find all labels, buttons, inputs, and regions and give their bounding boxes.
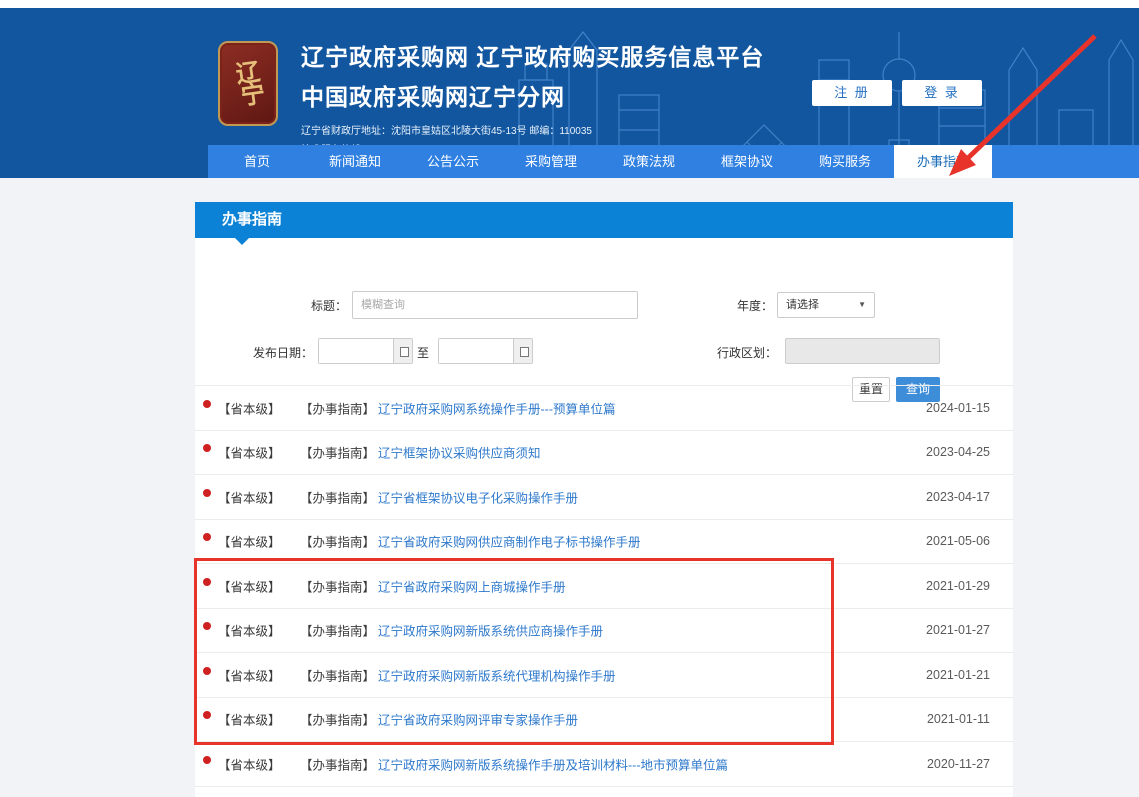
login-button[interactable]: 登 录	[902, 80, 982, 106]
list-item: 【省本级】 【办事指南】 辽宁政府采购网新版系统代理机构操作手册 2021-01…	[195, 653, 1013, 698]
bullet-dot-icon	[203, 667, 211, 675]
site-brand: 辽宁政府采购网 辽宁政府购买服务信息平台 中国政府采购网辽宁分网 辽宁省财政厅地…	[301, 38, 764, 156]
row-title-link[interactable]: 辽宁政府采购网新版系统操作手册及培训材料---地市预算单位篇	[378, 754, 728, 773]
site-address: 辽宁省财政厅地址：沈阳市皇姑区北陵大街45-13号 邮编：110035	[301, 122, 764, 137]
row-category: 【办事指南】	[300, 487, 375, 506]
row-level: 【省本级】	[218, 443, 281, 462]
list-item: 【省本级】 【办事指南】 辽宁政府采购网系统操作手册---预算单位篇 2024-…	[195, 386, 1013, 431]
date-to-input[interactable]	[439, 339, 513, 363]
row-title-link[interactable]: 辽宁省框架协议电子化采购操作手册	[378, 487, 578, 506]
region-label: 行政区划：	[687, 344, 777, 361]
row-category: 【办事指南】	[300, 665, 375, 684]
row-category: 【办事指南】	[300, 710, 375, 729]
row-category: 【办事指南】	[300, 398, 375, 417]
search-form: 标题： 年度： 请选择 ▼ 发布日期： 至 行政区划： 重置 查询	[195, 238, 1013, 385]
register-button[interactable]: 注 册	[812, 80, 892, 106]
row-title-link[interactable]: 辽宁政府采购网系统操作手册---预算单位篇	[378, 398, 616, 417]
row-level: 【省本级】	[218, 621, 281, 640]
publish-date-label: 发布日期：	[223, 344, 313, 361]
date-from-input[interactable]	[319, 339, 393, 363]
nav-item-5[interactable]: 框架协议	[698, 145, 796, 178]
list-item: 【省本级】 【办事指南】 辽宁政府采购网新版系统操作手册及培训材料---地市预算…	[195, 742, 1013, 787]
list-item: 【省本级】 【办事指南】 辽宁省政府采购网评审专家操作手册 2021-01-11	[195, 698, 1013, 743]
list-item: 【省本级】 【办事指南】 辽宁省框架协议电子化采购操作手册 2023-04-17	[195, 475, 1013, 520]
site-title-line1: 辽宁政府采购网 辽宁政府购买服务信息平台	[301, 38, 764, 72]
list-item: 【省本级】 【办事指南】 辽宁省政府采购网上商城操作手册 2021-01-29	[195, 564, 1013, 609]
row-level: 【省本级】	[218, 710, 281, 729]
row-title-link[interactable]: 辽宁政府采购网新版系统供应商操作手册	[378, 621, 603, 640]
content-panel: 办事指南 标题： 年度： 请选择 ▼ 发布日期： 至 行政区划： 重置 查询	[195, 202, 1013, 797]
nav-item-6[interactable]: 购买服务	[796, 145, 894, 178]
row-title-link[interactable]: 辽宁框架协议采购供应商须知	[378, 443, 541, 462]
list-item: 【省本级】 【办事指南】 辽宁省政府采购网供应商制作电子标书操作手册 2021-…	[195, 520, 1013, 565]
page-root: 辽宁 辽宁政府采购网 辽宁政府购买服务信息平台 中国政府采购网辽宁分网 辽宁省财…	[0, 0, 1139, 797]
bullet-dot-icon	[203, 578, 211, 586]
bullet-dot-icon	[203, 533, 211, 541]
row-category: 【办事指南】	[300, 754, 375, 773]
list-item: 【省本级】 【办事指南】 辽宁框架协议采购供应商须知 2023-04-25	[195, 431, 1013, 476]
bullet-dot-icon	[203, 400, 211, 408]
region-input-disabled	[785, 338, 940, 364]
main-nav: 首页新闻通知公告公示采购管理政策法规框架协议购买服务办事指南	[208, 145, 1139, 178]
year-select[interactable]: 请选择 ▼	[777, 292, 875, 318]
row-level: 【省本级】	[218, 532, 281, 551]
row-title-link[interactable]: 辽宁政府采购网新版系统代理机构操作手册	[378, 665, 616, 684]
nav-item-0[interactable]: 首页	[208, 145, 306, 178]
site-logo: 辽宁	[218, 41, 278, 126]
row-category: 【办事指南】	[300, 443, 375, 462]
guide-list: 【省本级】 【办事指南】 辽宁政府采购网系统操作手册---预算单位篇 2024-…	[195, 385, 1013, 787]
row-level: 【省本级】	[218, 665, 281, 684]
row-date: 2021-01-11	[927, 712, 990, 726]
nav-item-4[interactable]: 政策法规	[600, 145, 698, 178]
bullet-dot-icon	[203, 444, 211, 452]
chevron-down-icon: ▼	[858, 293, 866, 317]
row-date: 2024-01-15	[926, 401, 990, 415]
calendar-icon[interactable]	[513, 339, 532, 363]
calendar-icon[interactable]	[393, 339, 412, 363]
row-date: 2020-11-27	[927, 757, 990, 771]
row-date: 2021-01-27	[926, 623, 990, 637]
nav-item-1[interactable]: 新闻通知	[306, 145, 404, 178]
row-date: 2023-04-25	[926, 445, 990, 459]
title-label: 标题：	[250, 297, 347, 314]
row-date: 2021-01-29	[926, 579, 990, 593]
bullet-dot-icon	[203, 622, 211, 630]
nav-item-3[interactable]: 采购管理	[502, 145, 600, 178]
date-from-field	[318, 338, 413, 364]
bullet-dot-icon	[203, 711, 211, 719]
to-label: 至	[417, 344, 429, 361]
year-label: 年度：	[695, 297, 773, 314]
row-title-link[interactable]: 辽宁省政府采购网评审专家操作手册	[378, 710, 578, 729]
row-title-link[interactable]: 辽宁省政府采购网上商城操作手册	[378, 576, 566, 595]
row-level: 【省本级】	[218, 487, 281, 506]
row-date: 2021-01-21	[926, 668, 990, 682]
panel-title: 办事指南	[195, 202, 1013, 238]
title-search-input[interactable]	[352, 291, 638, 319]
list-item: 【省本级】 【办事指南】 辽宁政府采购网新版系统供应商操作手册 2021-01-…	[195, 609, 1013, 654]
bullet-dot-icon	[203, 489, 211, 497]
row-category: 【办事指南】	[300, 576, 375, 595]
row-level: 【省本级】	[218, 576, 281, 595]
bullet-dot-icon	[203, 756, 211, 764]
row-level: 【省本级】	[218, 398, 281, 417]
row-category: 【办事指南】	[300, 532, 375, 551]
row-category: 【办事指南】	[300, 621, 375, 640]
row-title-link[interactable]: 辽宁省政府采购网供应商制作电子标书操作手册	[378, 532, 641, 551]
row-date: 2023-04-17	[926, 490, 990, 504]
date-to-field	[438, 338, 533, 364]
year-select-value: 请选择	[786, 299, 819, 311]
nav-item-2[interactable]: 公告公示	[404, 145, 502, 178]
site-title-line2: 中国政府采购网辽宁分网	[301, 78, 764, 112]
row-level: 【省本级】	[218, 754, 281, 773]
row-date: 2021-05-06	[926, 534, 990, 548]
